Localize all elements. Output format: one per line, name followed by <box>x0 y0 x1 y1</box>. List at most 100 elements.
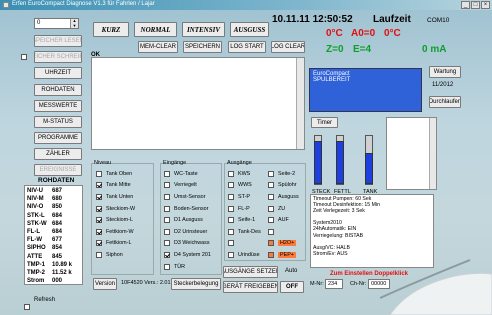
eingang-item[interactable]: TÜR <box>164 261 211 273</box>
niveau-checkbox[interactable] <box>96 240 102 247</box>
ausgang-item[interactable] <box>228 238 261 250</box>
eingang-item[interactable]: D2 Urinsteuer <box>164 226 211 238</box>
eingang-checkbox[interactable] <box>164 217 170 224</box>
niveau-item[interactable]: Steckiom-W <box>96 203 135 215</box>
niveau-item[interactable]: Siphon <box>96 249 135 261</box>
ausgang-checkbox[interactable] <box>268 217 274 224</box>
eingang-checkbox[interactable] <box>164 228 170 235</box>
ausgang-item[interactable] <box>268 226 299 238</box>
normal-button[interactable]: NORMAL <box>134 22 177 37</box>
eingang-item[interactable]: WC-Taste <box>164 168 211 180</box>
eingang-checkbox[interactable] <box>164 193 170 200</box>
mnr-field[interactable]: 234 <box>325 279 343 289</box>
ausgang-checkbox[interactable] <box>228 193 234 200</box>
timer-button[interactable]: Timer <box>311 117 338 128</box>
eingang-item[interactable]: Boden-Sensor <box>164 203 211 215</box>
ausgang-checkbox[interactable] <box>228 182 234 189</box>
ausgang-item[interactable]: Seite-2 <box>268 168 299 180</box>
niveau-item[interactable]: Steckiom-L <box>96 214 135 226</box>
ausgang-item[interactable]: Urindüse <box>228 249 261 261</box>
niveau-checkbox[interactable] <box>96 193 102 200</box>
log-textarea[interactable] <box>91 57 305 150</box>
durchlaufen-button[interactable]: Durchlaufen <box>429 96 461 108</box>
m-status-button[interactable]: M-STATUS <box>34 116 82 128</box>
eingang-checkbox[interactable] <box>164 263 170 270</box>
ausgang-checkbox[interactable] <box>268 193 274 200</box>
ausgang-item[interactable]: Seife-1 <box>228 214 261 226</box>
version-button[interactable]: Version <box>93 278 117 290</box>
niveau-item[interactable]: Tank Oben <box>96 168 135 180</box>
wartung-button[interactable]: Wartung <box>429 66 461 78</box>
ausgang-item[interactable]: FL-P <box>228 203 261 215</box>
eingang-checkbox[interactable] <box>164 240 170 247</box>
ausgang-checkbox[interactable] <box>268 228 274 235</box>
ausgang-item[interactable]: WWS <box>228 180 261 192</box>
ausgang-item[interactable]: Ausguss <box>268 191 299 203</box>
log-clear-button[interactable]: LOG CLEAR <box>271 41 305 53</box>
ausgang-item[interactable]: KWS <box>228 168 261 180</box>
spinner-arrows-icon[interactable]: ▲ ▼ <box>70 18 78 28</box>
eingang-item[interactable]: D3 Weichwass <box>164 238 211 250</box>
ausgang-checkbox[interactable] <box>228 240 234 247</box>
niveau-checkbox[interactable] <box>96 228 102 235</box>
kurz-button[interactable]: KURZ <box>93 22 129 37</box>
ausgang-checkbox[interactable] <box>268 182 274 189</box>
ausgang-checkbox[interactable] <box>268 170 274 177</box>
eingang-item[interactable]: D1 Ausguss <box>164 214 211 226</box>
ausgang-item[interactable]: ZU <box>268 203 299 215</box>
niveau-item[interactable]: Tank Unten <box>96 191 135 203</box>
gerat-freigeben-button[interactable]: GERÄT FREIGEBEN <box>223 281 278 293</box>
ausgange-setzen-button[interactable]: AUSGÄNGE SETZEN <box>223 266 278 278</box>
uhrzeit-button[interactable]: UHRZEIT <box>34 67 82 79</box>
speicher-lesen-button[interactable]: SPEICHER LESEN <box>34 35 82 47</box>
niveau-checkbox[interactable] <box>96 170 102 177</box>
steckerbelegung-button[interactable]: Steckerbelegung <box>171 278 221 290</box>
eingang-checkbox[interactable] <box>164 205 170 212</box>
niveau-item[interactable]: Fettkiom-W <box>96 226 135 238</box>
niveau-checkbox[interactable] <box>96 251 102 258</box>
eingang-checkbox[interactable] <box>164 182 170 189</box>
ausgang-checkbox[interactable] <box>228 217 234 224</box>
ausgang-checkbox[interactable] <box>228 170 234 177</box>
zahler-button[interactable]: ZÄHLER <box>34 148 82 160</box>
ausgang-item[interactable]: Spülohr <box>268 180 299 192</box>
niveau-item[interactable]: Tank Mitte <box>96 180 135 192</box>
ausgang-item[interactable]: Tank-Des <box>228 226 261 238</box>
speicher-checkbox[interactable] <box>21 54 27 60</box>
eingang-item[interactable]: D4 System 201 <box>164 249 211 261</box>
niveau-item[interactable]: Fettkiom-L <box>96 238 135 250</box>
ausgang-item[interactable]: H2O+ <box>268 238 299 250</box>
ereignisse-button[interactable]: EREIGNISSE <box>34 164 82 176</box>
off-button[interactable]: OFF <box>280 281 304 293</box>
eingang-item[interactable]: Verriegelt <box>164 180 211 192</box>
ausgang-checkbox[interactable] <box>228 251 234 258</box>
programme-button[interactable]: PROGRAMME <box>34 132 82 144</box>
niveau-checkbox[interactable] <box>96 205 102 212</box>
log-scrollbar[interactable] <box>296 58 304 149</box>
intensiv-button[interactable]: INTENSIV <box>182 22 225 37</box>
ausgang-item[interactable]: ST-P <box>228 191 261 203</box>
ausguss-button[interactable]: AUSGUSS <box>230 22 269 37</box>
speichern-button[interactable]: SPEICHERN <box>183 41 222 53</box>
eingang-checkbox[interactable] <box>164 170 170 177</box>
ausgang-checkbox[interactable] <box>268 205 274 212</box>
speicher-schreiben-button[interactable]: SPEICHER SCHREIBEN <box>34 51 82 63</box>
ausgang-checkbox[interactable] <box>268 240 274 247</box>
ausgang-checkbox[interactable] <box>228 205 234 212</box>
mem-clear-button[interactable]: MEM-CLEAR <box>138 41 178 53</box>
maximize-icon[interactable]: □ <box>471 1 480 9</box>
timer-panel-scrollbar[interactable] <box>429 118 436 189</box>
ausgang-item[interactable]: AUF <box>268 214 299 226</box>
close-icon[interactable]: × <box>481 1 490 9</box>
eingang-item[interactable]: Umst-Sensor <box>164 191 211 203</box>
niveau-checkbox[interactable] <box>96 217 102 224</box>
refresh-checkbox[interactable] <box>24 304 30 310</box>
niveau-checkbox[interactable] <box>96 182 102 189</box>
eingang-checkbox[interactable] <box>164 251 170 258</box>
messwerte-button[interactable]: MESSWERTE <box>34 100 82 112</box>
ausgang-checkbox[interactable] <box>268 251 274 258</box>
spinner[interactable]: 0 ▲ ▼ <box>34 18 79 29</box>
minimize-icon[interactable]: _ <box>461 1 470 9</box>
ausgang-item[interactable]: PEP+ <box>268 249 299 261</box>
ausgang-checkbox[interactable] <box>228 228 234 235</box>
